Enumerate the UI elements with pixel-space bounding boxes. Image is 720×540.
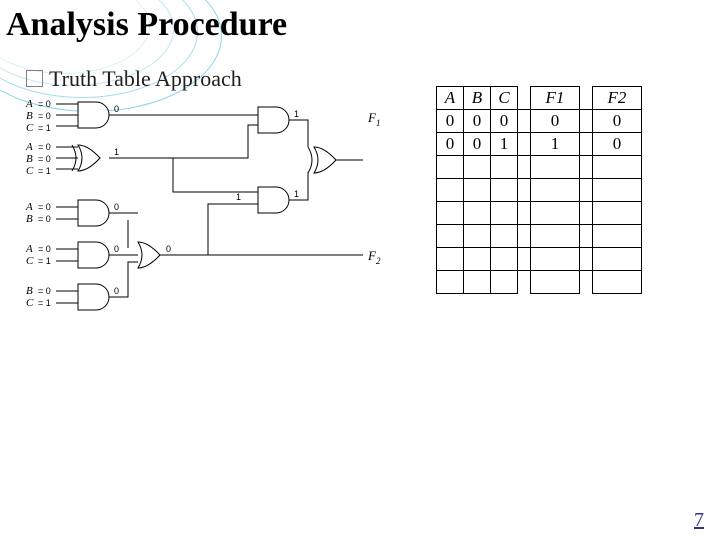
svg-text:= 0: = 0 <box>38 154 51 164</box>
col-F2: F2 <box>593 87 642 110</box>
svg-text:B: B <box>26 153 33 165</box>
bullet-text: Truth Table Approach <box>49 66 242 91</box>
svg-text:= 0: = 0 <box>38 99 51 109</box>
svg-text:C: C <box>26 297 34 309</box>
svg-text:C: C <box>26 122 34 134</box>
table-row <box>437 202 642 225</box>
svg-text:B: B <box>26 110 33 122</box>
svg-text:0: 0 <box>114 244 119 254</box>
svg-text:A: A <box>25 201 33 213</box>
table-row <box>437 225 642 248</box>
table-row <box>437 156 642 179</box>
svg-text:0: 0 <box>114 202 119 212</box>
svg-text:1: 1 <box>294 109 299 119</box>
bullet-box-icon <box>26 70 43 87</box>
svg-text:F2: F2 <box>367 248 381 266</box>
truth-table-header: A B C F1 F2 <box>437 87 642 110</box>
table-row <box>437 248 642 271</box>
svg-text:= 1: = 1 <box>38 256 51 266</box>
svg-text:= 0: = 0 <box>38 244 51 254</box>
table-row: 00000 <box>437 110 642 133</box>
svg-text:= 1: = 1 <box>38 123 51 133</box>
svg-text:= 1: = 1 <box>38 166 51 176</box>
svg-text:= 0: = 0 <box>38 214 51 224</box>
svg-text:F1: F1 <box>367 110 380 128</box>
svg-text:= 0: = 0 <box>38 286 51 296</box>
table-row: 00110 <box>437 133 642 156</box>
bullet-truth-table: Truth Table Approach <box>26 66 242 92</box>
svg-text:= 0: = 0 <box>38 111 51 121</box>
page-title: Analysis Procedure <box>6 6 287 44</box>
svg-text:A: A <box>25 141 33 153</box>
page-number: 7 <box>694 509 704 532</box>
svg-text:C: C <box>26 255 34 267</box>
truth-table: A B C F1 F2 00000 00110 <box>436 86 642 294</box>
col-A: A <box>437 87 464 110</box>
table-row <box>437 271 642 294</box>
svg-text:1: 1 <box>236 192 241 202</box>
col-C: C <box>491 87 518 110</box>
table-row <box>437 179 642 202</box>
col-F1: F1 <box>531 87 580 110</box>
svg-text:B: B <box>26 285 33 297</box>
svg-text:= 0: = 0 <box>38 142 51 152</box>
svg-text:1: 1 <box>114 147 119 157</box>
svg-text:A: A <box>25 98 33 110</box>
svg-text:0: 0 <box>166 244 171 254</box>
svg-text:0: 0 <box>114 104 119 114</box>
svg-text:A: A <box>25 243 33 255</box>
col-B: B <box>464 87 491 110</box>
svg-text:1: 1 <box>294 189 299 199</box>
svg-text:B: B <box>26 213 33 225</box>
circuit-diagram: A= 0 B= 0 C= 1 A= 0 B= 0 C= 1 A= 0 B= 0 … <box>8 92 408 412</box>
svg-text:= 1: = 1 <box>38 298 51 308</box>
svg-text:0: 0 <box>114 286 119 296</box>
svg-text:= 0: = 0 <box>38 202 51 212</box>
svg-text:C: C <box>26 165 34 177</box>
